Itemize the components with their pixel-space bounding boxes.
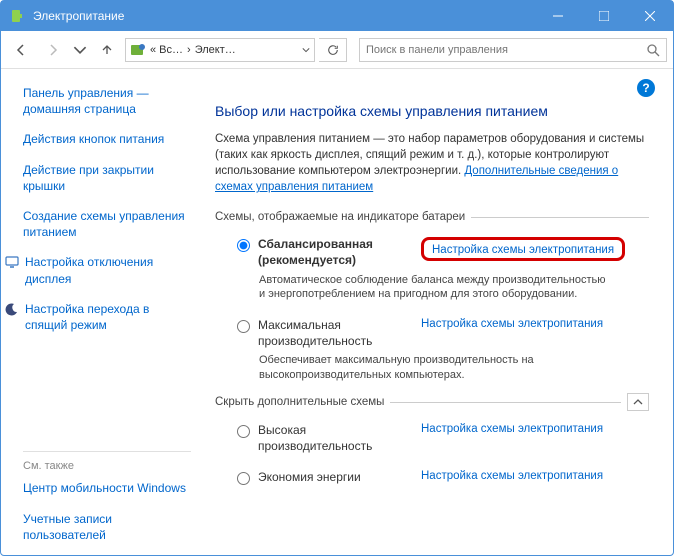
plan-max-perf-settings-link[interactable]: Настройка схемы электропитания xyxy=(421,318,603,330)
window-title: Электропитание xyxy=(33,9,535,23)
chevron-down-icon xyxy=(302,46,310,54)
titlebar: Электропитание xyxy=(1,1,673,31)
see-also-header: См. также xyxy=(23,451,191,472)
search-box[interactable] xyxy=(359,38,667,62)
navbar: « Вс… › Элект… xyxy=(1,31,673,69)
plan-max-perf-name: Максимальная производительность xyxy=(258,318,413,349)
page-heading: Выбор или настройка схемы управления пит… xyxy=(215,103,649,119)
crumb-sep: › xyxy=(187,44,191,56)
help-button[interactable]: ? xyxy=(637,79,655,97)
sidebar-link-power-buttons[interactable]: Действия кнопок питания xyxy=(23,131,193,147)
collapse-extra-button[interactable] xyxy=(627,393,649,411)
sidebar-footer-mobility[interactable]: Центр мобильности Windows xyxy=(23,480,191,496)
refresh-button[interactable] xyxy=(319,38,347,62)
search-icon xyxy=(646,43,660,57)
plan-power-saver-settings-link[interactable]: Настройка схемы электропитания xyxy=(421,470,603,482)
sidebar-link-lid-close[interactable]: Действие при закрытии крышки xyxy=(23,162,193,194)
breadcrumb[interactable]: « Вс… › Элект… xyxy=(125,38,315,62)
plan-high-perf: Высокая производительность Настройка схе… xyxy=(215,417,649,456)
plan-max-perf-desc: Обеспечивает максимальную производительн… xyxy=(259,353,609,383)
plan-balanced-radio[interactable] xyxy=(237,239,250,252)
plan-balanced: Сбалансированная (рекомендуется) Настрой… xyxy=(215,231,649,270)
plan-high-perf-radio[interactable] xyxy=(237,425,250,438)
crumb-2: Элект… xyxy=(195,44,236,56)
plan-balanced-name: Сбалансированная (рекомендуется) xyxy=(258,237,413,268)
plan-balanced-desc: Автоматическое соблюдение баланса между … xyxy=(259,273,609,303)
page-description: Схема управления питанием — это набор па… xyxy=(215,131,649,195)
sidebar-link-display-off[interactable]: Настройка отключения дисплея xyxy=(5,254,193,286)
group-battery-header: Схемы, отображаемые на индикаторе батаре… xyxy=(215,211,465,223)
sidebar-link-create-plan[interactable]: Создание схемы управления питанием xyxy=(23,208,193,240)
plan-power-saver-radio[interactable] xyxy=(237,472,250,485)
plan-power-saver-name: Экономия энергии xyxy=(258,470,413,486)
app-icon xyxy=(9,8,25,24)
minimize-button[interactable] xyxy=(535,1,581,31)
plan-max-perf-radio[interactable] xyxy=(237,320,250,333)
highlight-box: Настройка схемы электропитания xyxy=(421,237,625,261)
sidebar-link-sleep[interactable]: Настройка перехода в спящий режим xyxy=(5,301,193,333)
history-dropdown[interactable] xyxy=(71,36,89,64)
group-extra-header: Скрыть дополнительные схемы xyxy=(215,396,384,408)
plan-high-perf-settings-link[interactable]: Настройка схемы электропитания xyxy=(421,423,603,435)
close-button[interactable] xyxy=(627,1,673,31)
search-input[interactable] xyxy=(366,44,646,56)
sidebar: Панель управления — домашняя страница Де… xyxy=(1,69,201,557)
main-content: ? Выбор или настройка схемы управления п… xyxy=(201,69,673,557)
plan-high-perf-name: Высокая производительность xyxy=(258,423,413,454)
back-button[interactable] xyxy=(7,36,35,64)
moon-icon xyxy=(5,302,19,316)
sidebar-footer-accounts[interactable]: Учетные записи пользователей xyxy=(23,511,191,543)
sidebar-link-home[interactable]: Панель управления — домашняя страница xyxy=(23,85,193,117)
plan-balanced-settings-link[interactable]: Настройка схемы электропитания xyxy=(432,244,614,256)
maximize-button[interactable] xyxy=(581,1,627,31)
plan-power-saver: Экономия энергии Настройка схемы электро… xyxy=(215,464,649,488)
monitor-icon xyxy=(5,255,19,269)
crumb-1: « Вс… xyxy=(150,44,183,56)
up-button[interactable] xyxy=(93,36,121,64)
forward-button[interactable] xyxy=(39,36,67,64)
plan-max-perf: Максимальная производительность Настройк… xyxy=(215,312,649,351)
control-panel-icon xyxy=(130,42,146,58)
